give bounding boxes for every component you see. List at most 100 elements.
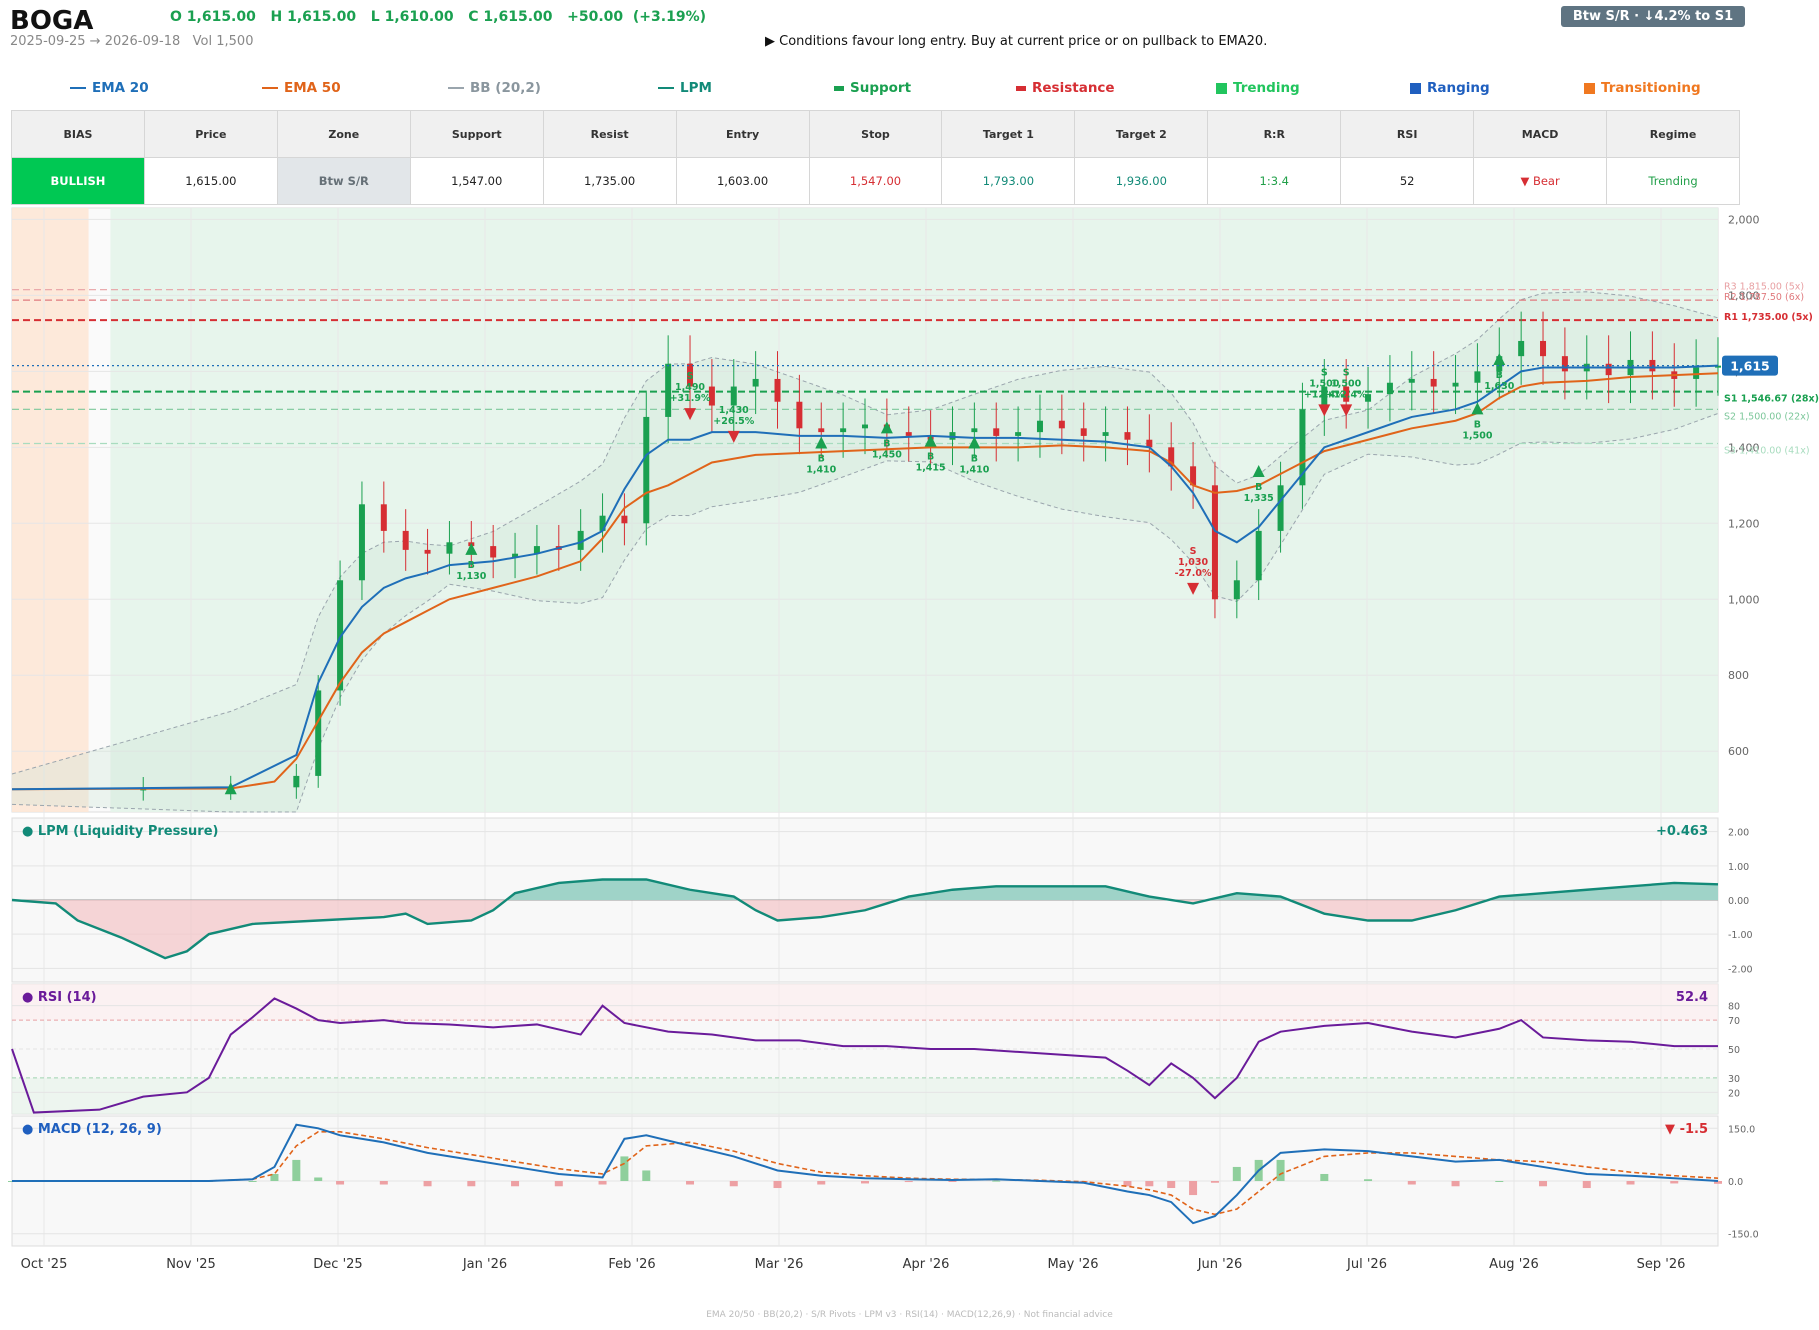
macd-histogram-bar bbox=[292, 1159, 301, 1181]
rsi-overbought-zone bbox=[12, 984, 1718, 1021]
candle-body bbox=[293, 775, 300, 788]
macd-histogram-bar bbox=[423, 1181, 432, 1187]
macd-histogram-bar bbox=[861, 1181, 869, 1184]
signal-label: 1,450 bbox=[872, 449, 902, 460]
candle-body bbox=[1386, 382, 1393, 395]
macd-histogram-bar bbox=[314, 1177, 323, 1181]
candle-body bbox=[402, 530, 409, 550]
candle-body bbox=[905, 432, 912, 436]
signal-label: 1,030 bbox=[1178, 557, 1208, 568]
signal-label: B bbox=[927, 452, 934, 463]
macd-histogram-bar bbox=[1232, 1166, 1241, 1181]
candle-body bbox=[1452, 382, 1459, 387]
macd-histogram-bar bbox=[511, 1181, 520, 1187]
price-tick-label: 600 bbox=[1728, 745, 1749, 758]
x-tick-label: Mar '26 bbox=[755, 1257, 804, 1272]
signal-label: B bbox=[818, 454, 825, 465]
candle-body bbox=[1430, 378, 1437, 387]
regime-band-transitioning bbox=[12, 208, 89, 812]
lpm-tick-label: -1.00 bbox=[1728, 930, 1753, 941]
x-tick-label: Dec '25 bbox=[313, 1257, 362, 1272]
candle-body bbox=[1540, 340, 1547, 357]
macd-histogram-bar bbox=[1276, 1159, 1285, 1181]
candle-body bbox=[1518, 340, 1525, 357]
macd-histogram-bar bbox=[248, 1181, 257, 1182]
candle-body bbox=[818, 428, 825, 433]
signal-label: 1,500 bbox=[1462, 430, 1492, 441]
signal-label: B bbox=[883, 438, 890, 449]
rsi-tick-label: 70 bbox=[1728, 1016, 1740, 1027]
signal-label: +26.5% bbox=[713, 416, 754, 427]
macd-value: ▼ -1.5 bbox=[1665, 1122, 1708, 1137]
macd-histogram-bar bbox=[1320, 1173, 1329, 1181]
candle-body bbox=[840, 428, 847, 433]
signal-label: S bbox=[687, 371, 694, 382]
candle-body bbox=[1080, 428, 1087, 436]
signal-label: S bbox=[1343, 367, 1350, 378]
level-label-s2: S2 1,500.00 (22x) bbox=[1724, 411, 1810, 422]
macd-histogram-bar bbox=[336, 1181, 345, 1185]
candle-body bbox=[1058, 420, 1065, 429]
candle-body bbox=[490, 546, 497, 558]
lpm-title: ● LPM (Liquidity Pressure) bbox=[22, 824, 218, 839]
candle-body bbox=[1124, 432, 1131, 440]
macd-histogram-bar bbox=[598, 1181, 607, 1185]
macd-histogram-bar bbox=[1539, 1181, 1548, 1187]
candle-body bbox=[621, 515, 628, 524]
macd-histogram-bar bbox=[948, 1181, 957, 1182]
candle-body bbox=[1408, 378, 1415, 383]
x-tick-label: Jul '26 bbox=[1346, 1257, 1387, 1272]
lpm-tick-label: 0.00 bbox=[1728, 896, 1749, 907]
macd-histogram-bar bbox=[1451, 1181, 1460, 1187]
macd-histogram-bar bbox=[1167, 1181, 1176, 1189]
candle-body bbox=[1255, 530, 1262, 581]
x-tick-label: May '26 bbox=[1047, 1257, 1098, 1272]
macd-histogram-bar bbox=[1364, 1179, 1373, 1181]
candle-body bbox=[1036, 420, 1043, 433]
rsi-tick-label: 50 bbox=[1728, 1045, 1740, 1056]
signal-label: +12.4% bbox=[1326, 389, 1367, 400]
signal-label: -27.0% bbox=[1175, 568, 1212, 579]
macd-histogram-bar bbox=[642, 1170, 651, 1181]
candle-body bbox=[1102, 432, 1109, 436]
signal-label: B bbox=[1255, 482, 1262, 493]
signal-label: 1,410 bbox=[959, 465, 989, 476]
footer-note: EMA 20/50 · BB(20,2) · S/R Pivots · LPM … bbox=[706, 1310, 1113, 1320]
macd-histogram-bar bbox=[1145, 1181, 1154, 1187]
candle-body bbox=[643, 416, 650, 524]
rsi-tick-label: 30 bbox=[1728, 1074, 1740, 1085]
candle-body bbox=[446, 542, 453, 554]
candle-body bbox=[993, 428, 1000, 436]
signal-label: 1,500 bbox=[1331, 378, 1361, 389]
macd-tick-label: -150.0 bbox=[1728, 1230, 1759, 1241]
macd-tick-label: 150.0 bbox=[1728, 1124, 1755, 1135]
candle-body bbox=[971, 428, 978, 433]
candle-body bbox=[1277, 485, 1284, 531]
level-label-r1: R1 1,735.00 (5x) bbox=[1724, 312, 1813, 323]
lpm-tick-label: 1.00 bbox=[1728, 862, 1749, 873]
candle-body bbox=[1474, 371, 1481, 383]
lpm-value: +0.463 bbox=[1656, 824, 1708, 839]
signal-label: 1,430 bbox=[719, 405, 749, 416]
x-tick-label: Jun '26 bbox=[1197, 1257, 1243, 1272]
rsi-tick-label: 80 bbox=[1728, 1002, 1740, 1013]
macd-histogram-bar bbox=[773, 1181, 782, 1189]
macd-histogram-bar bbox=[1670, 1181, 1679, 1184]
x-tick-label: Aug '26 bbox=[1489, 1257, 1539, 1272]
candle-body bbox=[665, 363, 672, 417]
x-tick-label: Jan '26 bbox=[462, 1257, 507, 1272]
x-tick-label: Nov '25 bbox=[166, 1257, 216, 1272]
candle-body bbox=[358, 504, 365, 581]
candle-body bbox=[424, 549, 431, 554]
rsi-value: 52.4 bbox=[1676, 990, 1708, 1005]
macd-tick-label: 0.0 bbox=[1728, 1177, 1743, 1188]
signal-label: B bbox=[1496, 370, 1503, 381]
signal-label: 1,490 bbox=[675, 382, 705, 393]
candle-body bbox=[1561, 356, 1568, 372]
signal-label: 1,630 bbox=[1484, 381, 1514, 392]
macd-histogram-bar bbox=[554, 1181, 563, 1187]
signal-label: 1,415 bbox=[916, 463, 946, 474]
macd-histogram-bar bbox=[1407, 1181, 1416, 1185]
lpm-tick-label: 2.00 bbox=[1728, 828, 1749, 839]
macd-histogram-bar bbox=[686, 1181, 695, 1185]
